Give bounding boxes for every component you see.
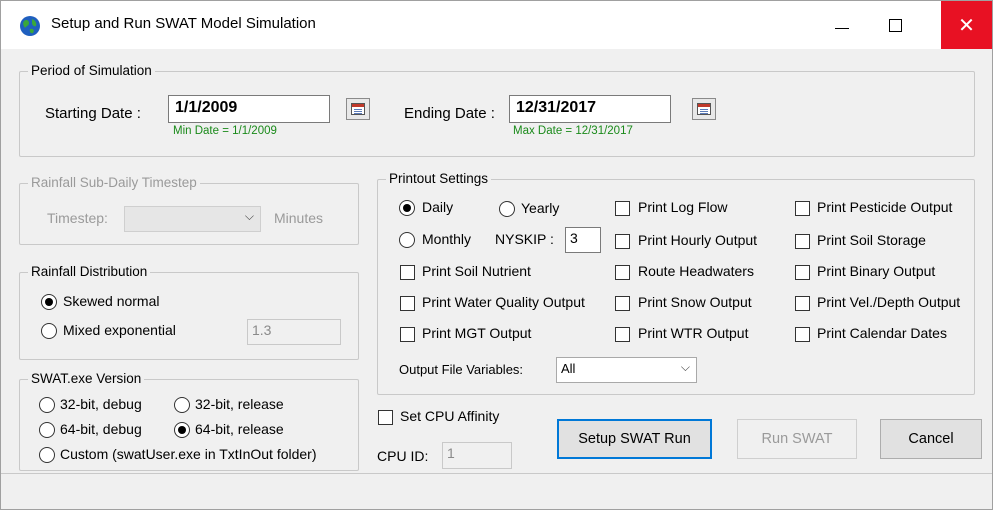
- 32bit-release-label[interactable]: 32-bit, release: [195, 396, 284, 412]
- 32bit-release-radio[interactable]: [174, 397, 190, 413]
- print-mgt-output-checkbox[interactable]: [400, 327, 415, 342]
- monthly-radio[interactable]: [399, 232, 415, 248]
- end-date-input[interactable]: 12/31/2017: [509, 95, 671, 123]
- print-water-quality-label[interactable]: Print Water Quality Output: [422, 294, 585, 310]
- print-soil-nutrient-checkbox[interactable]: [400, 265, 415, 280]
- print-soil-nutrient-label[interactable]: Print Soil Nutrient: [422, 263, 531, 279]
- chevron-down-icon: ⌵: [244, 209, 254, 223]
- print-pesticide-output-checkbox[interactable]: [795, 201, 810, 216]
- daily-radio[interactable]: [399, 200, 415, 216]
- printout-settings-legend: Printout Settings: [386, 171, 492, 186]
- close-button[interactable]: ✕: [941, 1, 992, 49]
- cancel-button[interactable]: Cancel: [880, 419, 982, 459]
- end-date-label: Ending Date :: [404, 105, 495, 122]
- nyskip-input[interactable]: 3: [565, 227, 601, 253]
- 32bit-debug-radio[interactable]: [39, 397, 55, 413]
- setup-swat-run-button[interactable]: Setup SWAT Run: [557, 419, 712, 459]
- dialog-window: Setup and Run SWAT Model Simulation ✕ Pe…: [0, 0, 993, 510]
- minutes-label: Minutes: [274, 210, 324, 226]
- print-snow-output-checkbox[interactable]: [615, 296, 630, 311]
- print-hourly-output-label[interactable]: Print Hourly Output: [638, 232, 757, 248]
- print-binary-output-label[interactable]: Print Binary Output: [817, 263, 935, 279]
- output-file-variables-select[interactable]: All ⌵: [556, 357, 697, 383]
- output-file-variables-value: All: [561, 361, 576, 376]
- window-title: Setup and Run SWAT Model Simulation: [51, 15, 316, 32]
- print-soil-storage-checkbox[interactable]: [795, 234, 810, 249]
- end-date-hint: Max Date = 12/31/2017: [513, 125, 633, 137]
- yearly-label[interactable]: Yearly: [521, 200, 559, 216]
- route-headwaters-checkbox[interactable]: [615, 265, 630, 280]
- minimize-button[interactable]: [819, 1, 865, 49]
- print-pesticide-output-label[interactable]: Print Pesticide Output: [817, 199, 952, 215]
- print-wtr-output-checkbox[interactable]: [615, 327, 630, 342]
- start-date-input[interactable]: 1/1/2009: [168, 95, 330, 123]
- set-cpu-affinity-checkbox[interactable]: [378, 410, 393, 425]
- start-date-hint: Min Date = 1/1/2009: [173, 125, 277, 137]
- print-calendar-dates-checkbox[interactable]: [795, 327, 810, 342]
- 64bit-release-radio[interactable]: [174, 422, 190, 438]
- period-legend: Period of Simulation: [28, 63, 155, 78]
- cpu-id-input[interactable]: 1: [442, 442, 512, 469]
- skewed-normal-radio[interactable]: [41, 294, 57, 310]
- print-vel-depth-output-label[interactable]: Print Vel./Depth Output: [817, 294, 960, 310]
- swat-version-legend: SWAT.exe Version: [28, 371, 145, 386]
- output-file-variables-label: Output File Variables:: [399, 362, 524, 377]
- print-calendar-dates-label[interactable]: Print Calendar Dates: [817, 325, 947, 341]
- skewed-normal-label[interactable]: Skewed normal: [63, 293, 160, 309]
- globe-icon: [20, 16, 40, 36]
- monthly-label[interactable]: Monthly: [422, 231, 471, 247]
- set-cpu-affinity-label[interactable]: Set CPU Affinity: [400, 408, 499, 424]
- maximize-icon: [888, 18, 902, 32]
- print-hourly-output-checkbox[interactable]: [615, 234, 630, 249]
- nyskip-label: NYSKIP :: [495, 231, 554, 247]
- print-mgt-output-label[interactable]: Print MGT Output: [422, 325, 531, 341]
- print-wtr-output-label[interactable]: Print WTR Output: [638, 325, 748, 341]
- 64bit-debug-label[interactable]: 64-bit, debug: [60, 421, 142, 437]
- maximize-button[interactable]: [872, 1, 918, 49]
- title-bar[interactable]: Setup and Run SWAT Model Simulation ✕: [1, 1, 992, 49]
- end-date-calendar-button[interactable]: [692, 98, 716, 120]
- mixed-exponential-radio[interactable]: [41, 323, 57, 339]
- run-swat-button[interactable]: Run SWAT: [737, 419, 857, 459]
- custom-exe-label[interactable]: Custom (swatUser.exe in TxtInOut folder): [60, 446, 317, 462]
- timestep-select[interactable]: ⌵: [124, 206, 261, 232]
- rainfall-distribution-legend: Rainfall Distribution: [28, 264, 151, 279]
- minimize-icon: [835, 27, 849, 29]
- cpu-id-label: CPU ID:: [377, 448, 429, 464]
- calendar-icon: [351, 103, 365, 115]
- print-log-flow-label[interactable]: Print Log Flow: [638, 199, 727, 215]
- custom-exe-radio[interactable]: [39, 447, 55, 463]
- daily-label[interactable]: Daily: [422, 199, 453, 215]
- period-of-simulation-group: Period of Simulation: [19, 63, 975, 157]
- chevron-down-icon: ⌵: [680, 360, 690, 374]
- route-headwaters-label[interactable]: Route Headwaters: [638, 263, 754, 279]
- print-binary-output-checkbox[interactable]: [795, 265, 810, 280]
- yearly-radio[interactable]: [499, 201, 515, 217]
- print-snow-output-label[interactable]: Print Snow Output: [638, 294, 752, 310]
- rainfall-timestep-legend: Rainfall Sub-Daily Timestep: [28, 175, 200, 190]
- print-vel-depth-output-checkbox[interactable]: [795, 296, 810, 311]
- exponent-input[interactable]: 1.3: [247, 319, 341, 345]
- rainfall-distribution-group: Rainfall Distribution: [19, 264, 359, 360]
- start-date-label: Starting Date :: [45, 105, 141, 122]
- timestep-label: Timestep:: [47, 210, 108, 226]
- print-water-quality-checkbox[interactable]: [400, 296, 415, 311]
- calendar-icon: [697, 103, 711, 115]
- close-icon: ✕: [958, 14, 975, 37]
- start-date-calendar-button[interactable]: [346, 98, 370, 120]
- 64bit-debug-radio[interactable]: [39, 422, 55, 438]
- 64bit-release-label[interactable]: 64-bit, release: [195, 421, 284, 437]
- mixed-exponential-label[interactable]: Mixed exponential: [63, 322, 176, 338]
- 32bit-debug-label[interactable]: 32-bit, debug: [60, 396, 142, 412]
- print-soil-storage-label[interactable]: Print Soil Storage: [817, 232, 926, 248]
- status-bar: [1, 473, 992, 509]
- print-log-flow-checkbox[interactable]: [615, 201, 630, 216]
